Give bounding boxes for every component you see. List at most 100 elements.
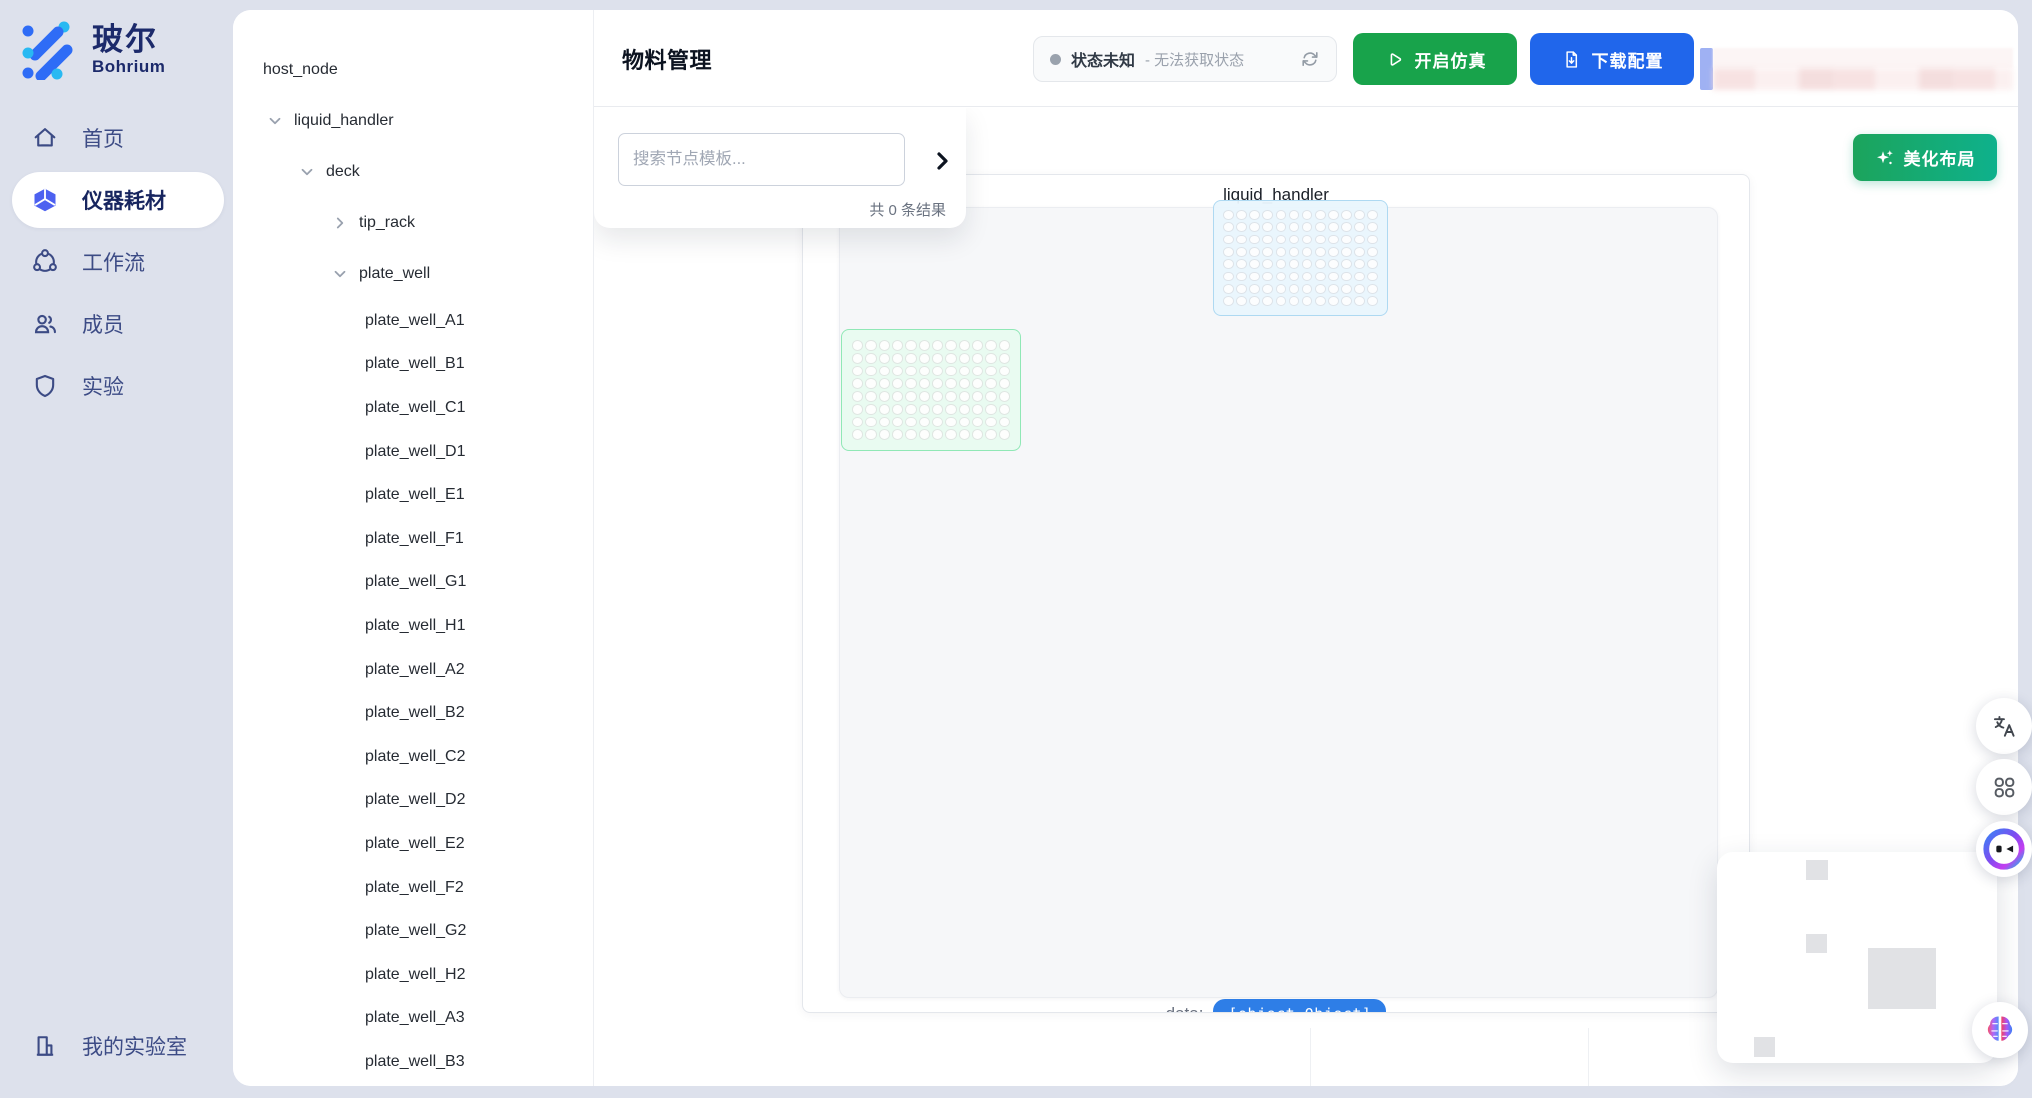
tree-item-plate_well_C1[interactable]: plate_well_C1 (233, 386, 593, 430)
tree-item-plate_well_F1[interactable]: plate_well_F1 (233, 517, 593, 561)
experiment-icon (30, 371, 60, 401)
tree-item-plate_well_E1[interactable]: plate_well_E1 (233, 473, 593, 517)
sidebar-item-experiment[interactable]: 实验 (12, 358, 224, 414)
well (865, 391, 876, 402)
tree-item-plate_well_G1[interactable]: plate_well_G1 (233, 561, 593, 605)
chevron-down-icon[interactable] (332, 266, 348, 282)
well (892, 404, 903, 415)
translate-button[interactable] (1976, 698, 2032, 754)
tree-item-plate_well_D1[interactable]: plate_well_D1 (233, 430, 593, 474)
tree-item-plate_well_B3[interactable]: plate_well_B3 (233, 1040, 593, 1084)
minimap-node (1806, 860, 1828, 880)
tree-item-plate_well_B2[interactable]: plate_well_B2 (233, 691, 593, 735)
chevron-right-icon[interactable] (332, 215, 348, 231)
well (985, 366, 996, 377)
deck-group-node[interactable] (839, 207, 1718, 998)
plate-node-blue[interactable] (1213, 200, 1388, 316)
tree-item-plate_well_H1[interactable]: plate_well_H1 (233, 604, 593, 648)
robot-face-icon (1981, 826, 2027, 872)
well (1315, 210, 1326, 220)
node-data-row: data: [object Object] (803, 999, 1749, 1013)
chevron-down-icon[interactable] (299, 164, 315, 180)
start-simulation-button[interactable]: 开启仿真 (1353, 33, 1517, 85)
tree-item-label: plate_well_F2 (365, 879, 464, 897)
well (879, 404, 890, 415)
well (1341, 247, 1352, 257)
host-node-panel[interactable]: liquid_handler data: [object Object] (802, 174, 1750, 1013)
tree-item-host_node[interactable]: host_node (233, 44, 593, 95)
tree-item-plate_well[interactable]: plate_well (233, 248, 593, 299)
well (905, 366, 916, 377)
well (1328, 210, 1339, 220)
well (865, 378, 876, 389)
well (1302, 210, 1313, 220)
tree-item-label: host_node (263, 61, 338, 79)
well (865, 417, 876, 428)
well (879, 429, 890, 440)
well (932, 391, 943, 402)
tree-item-plate_well_A1[interactable]: plate_well_A1 (233, 299, 593, 343)
well (999, 429, 1010, 440)
tree-item-liquid_handler[interactable]: liquid_handler (233, 95, 593, 146)
apps-grid-button[interactable] (1976, 759, 2032, 815)
canvas-edge-line (1310, 1028, 1311, 1086)
well (972, 391, 983, 402)
panel-expand-chevron-icon[interactable] (930, 149, 954, 173)
brain-assistant-button[interactable] (1972, 1002, 2028, 1058)
download-config-button[interactable]: 下载配置 (1530, 33, 1694, 85)
well (999, 366, 1010, 377)
well (905, 429, 916, 440)
beautify-layout-button[interactable]: 美化布局 (1853, 134, 1997, 181)
cube-icon (30, 185, 60, 215)
well (1249, 259, 1260, 269)
sidebar-item-workflow[interactable]: 工作流 (12, 234, 224, 290)
tree-item-label: plate_well_C2 (365, 748, 466, 766)
sidebar-item-lab[interactable]: 我的实验室 (12, 1018, 224, 1074)
tree-item-plate_well_A3[interactable]: plate_well_A3 (233, 997, 593, 1041)
sidebar-item-label: 实验 (82, 371, 124, 401)
well (919, 391, 930, 402)
well (1262, 284, 1273, 294)
well (1315, 222, 1326, 232)
status-label: 状态未知 (1071, 47, 1135, 71)
tree-item-tip_rack[interactable]: tip_rack (233, 197, 593, 248)
tree-item-plate_well_A2[interactable]: plate_well_A2 (233, 648, 593, 692)
tree-item-plate_well_B1[interactable]: plate_well_B1 (233, 343, 593, 387)
well (985, 353, 996, 364)
tree-item-label: deck (326, 163, 360, 181)
well (972, 404, 983, 415)
well (852, 391, 863, 402)
well (1262, 210, 1273, 220)
well (1276, 259, 1287, 269)
well (1289, 272, 1300, 282)
well (1276, 210, 1287, 220)
tree-item-label: plate_well_D2 (365, 791, 466, 809)
tree-item-plate_well_D2[interactable]: plate_well_D2 (233, 779, 593, 823)
well (905, 340, 916, 351)
sidebar-item-cube[interactable]: 仪器耗材 (12, 172, 224, 228)
tree-item-plate_well_H2[interactable]: plate_well_H2 (233, 953, 593, 997)
bohrium-logo-icon (20, 20, 80, 80)
well (852, 417, 863, 428)
well (945, 340, 956, 351)
ai-assistant-button[interactable] (1976, 821, 2032, 877)
well (959, 391, 970, 402)
sidebar-item-home[interactable]: 首页 (12, 110, 224, 166)
brand-logo[interactable]: 玻尔 Bohrium (0, 0, 233, 80)
well (1302, 222, 1313, 232)
well (865, 366, 876, 377)
well (1341, 235, 1352, 245)
refresh-icon[interactable] (1300, 49, 1320, 69)
well (999, 404, 1010, 415)
tree-item-plate_well_C2[interactable]: plate_well_C2 (233, 735, 593, 779)
tree-item-plate_well_E2[interactable]: plate_well_E2 (233, 822, 593, 866)
tree-item-deck[interactable]: deck (233, 146, 593, 197)
tree-item-plate_well_G2[interactable]: plate_well_G2 (233, 909, 593, 953)
chevron-down-icon[interactable] (267, 113, 283, 129)
plate-node-green[interactable] (841, 329, 1021, 451)
canvas-minimap[interactable] (1717, 852, 1997, 1063)
search-input[interactable] (618, 133, 905, 186)
tree-item-plate_well_F2[interactable]: plate_well_F2 (233, 866, 593, 910)
sidebar-item-members[interactable]: 成员 (12, 296, 224, 352)
well (972, 340, 983, 351)
